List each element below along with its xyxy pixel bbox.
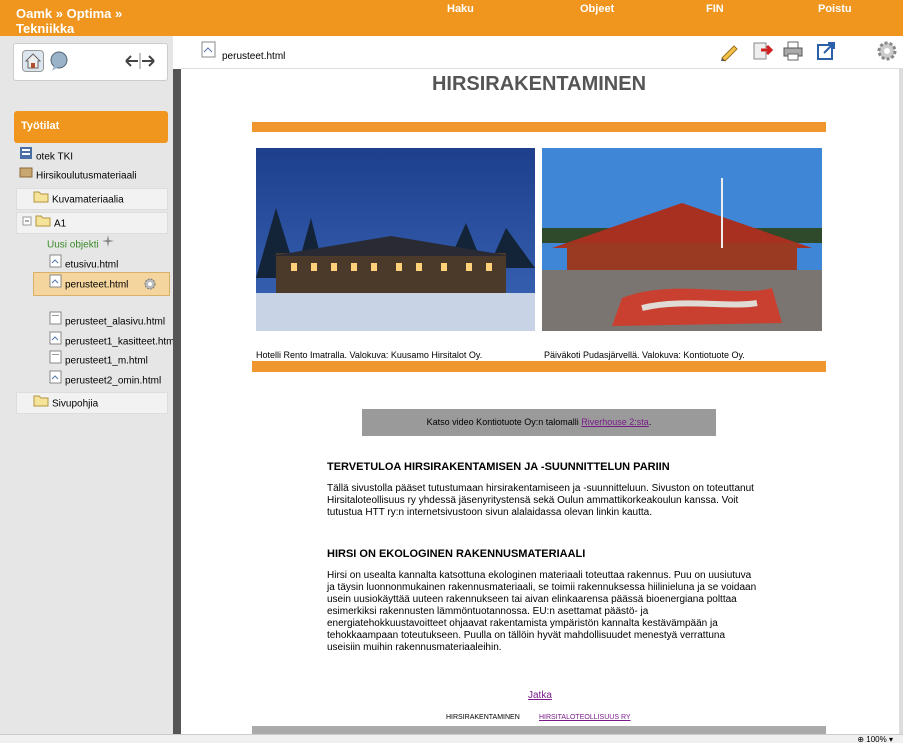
new-object-link[interactable]: Uusi objekti bbox=[47, 234, 118, 254]
panel-divider[interactable] bbox=[173, 69, 181, 734]
folder-open-icon bbox=[35, 213, 51, 235]
tree-item-perusteet1-kasitteet[interactable]: perusteet1_kasitteet.html bbox=[49, 331, 177, 351]
tree-item-etusivu[interactable]: etusivu.html bbox=[49, 254, 118, 274]
video-box: Katso video Kontiotuote Oy:n talomalli R… bbox=[362, 409, 716, 436]
file-name: perusteet.html bbox=[222, 51, 286, 62]
caption-right: Päiväkoti Pudasjärvellä. Valokuva: Konti… bbox=[544, 350, 745, 360]
continue-link[interactable]: Jatka bbox=[528, 690, 552, 701]
video-link[interactable]: Riverhouse 2:sta bbox=[581, 417, 649, 427]
file-icon bbox=[49, 370, 62, 392]
file-icon bbox=[49, 311, 62, 333]
workspaces-header[interactable]: Työtilat bbox=[14, 111, 168, 143]
tree-item-perusteet2-omin[interactable]: perusteet2_omin.html bbox=[49, 370, 161, 390]
tree-item-hirsikoulutus[interactable]: Hirsikoulutusmateriaali bbox=[19, 165, 137, 185]
footer-title: HIRSIRAKENTAMINEN bbox=[446, 714, 520, 721]
footer-bar bbox=[252, 726, 826, 734]
footer-link[interactable]: HIRSITALOTEOLLISUUS RY bbox=[539, 714, 631, 721]
comment-icon[interactable] bbox=[48, 50, 70, 72]
top-bar: Oamk » Optima » Tekniikka Haku Objeet FI… bbox=[0, 0, 903, 36]
nav-exit[interactable]: Poistu bbox=[818, 3, 852, 15]
collapse-icon[interactable] bbox=[22, 214, 32, 234]
file-icon bbox=[49, 350, 62, 372]
caption-left: Hotelli Rento Imatralla. Valokuva: Kuusa… bbox=[256, 350, 483, 360]
file-icon bbox=[49, 274, 62, 296]
paragraph-intro: Tällä sivustolla pääset tutustumaan hirs… bbox=[327, 483, 754, 518]
file-toolbar: perusteet.html bbox=[181, 36, 903, 69]
export-icon[interactable] bbox=[751, 40, 774, 65]
tree-item-perusteet[interactable]: perusteet.html bbox=[49, 274, 128, 294]
tree-item-perusteet1-m[interactable]: perusteet1_m.html bbox=[49, 350, 148, 370]
file-icon bbox=[201, 41, 217, 62]
nav-search[interactable]: Haku bbox=[447, 3, 474, 15]
paragraph-ecological: Hirsi on usealta kannalta katsottuna eko… bbox=[327, 570, 757, 653]
open-external-icon[interactable] bbox=[815, 40, 837, 65]
collapse-sidebar-icon[interactable] bbox=[124, 50, 156, 72]
nav-language[interactable]: FIN bbox=[706, 3, 724, 15]
heading-ecological: HIRSI ON EKOLOGINEN RAKENNUSMATERIAALI bbox=[327, 548, 586, 560]
print-icon[interactable] bbox=[782, 40, 804, 65]
page-preview: HIRSIRAKENTAMINEN Hotelli Rento Imatrall… bbox=[181, 69, 899, 734]
sidebar-toolbar bbox=[13, 43, 168, 81]
folder-icon bbox=[19, 165, 33, 187]
page-title: HIRSIRAKENTAMINEN bbox=[431, 73, 647, 95]
tree-item-kuvamateriaalia[interactable]: Kuvamateriaalia bbox=[33, 189, 124, 209]
nav-objects[interactable]: Objeet bbox=[580, 3, 614, 15]
folder-icon bbox=[33, 189, 49, 211]
tree-item-otek[interactable]: otek TKI bbox=[19, 146, 73, 166]
sparkle-icon bbox=[101, 234, 115, 256]
home-icon[interactable] bbox=[22, 50, 44, 72]
brand-title[interactable]: Oamk » Optima » Tekniikka bbox=[16, 6, 166, 36]
edit-pencil-icon[interactable] bbox=[718, 40, 740, 65]
heading-welcome: TERVETULOA HIRSIRAKENTAMISEN JA -SUUNNIT… bbox=[327, 461, 670, 473]
settings-gear-icon[interactable] bbox=[876, 40, 898, 65]
hotel-photo bbox=[256, 148, 535, 331]
orange-divider-2 bbox=[252, 361, 826, 372]
folder-icon bbox=[33, 393, 49, 415]
orange-divider bbox=[252, 122, 826, 132]
daycare-photo bbox=[542, 148, 822, 331]
status-bar: ⊕ 100% ▾ bbox=[0, 734, 903, 744]
tree-item-perusteet-alasivu[interactable]: perusteet_alasivu.html bbox=[49, 311, 165, 331]
item-settings-gear-icon[interactable] bbox=[143, 277, 157, 294]
tree-item-a1[interactable]: A1 bbox=[22, 213, 66, 233]
tree-item-sivupohjia[interactable]: Sivupohjia bbox=[33, 393, 98, 413]
vertical-scrollbar[interactable] bbox=[899, 69, 903, 734]
